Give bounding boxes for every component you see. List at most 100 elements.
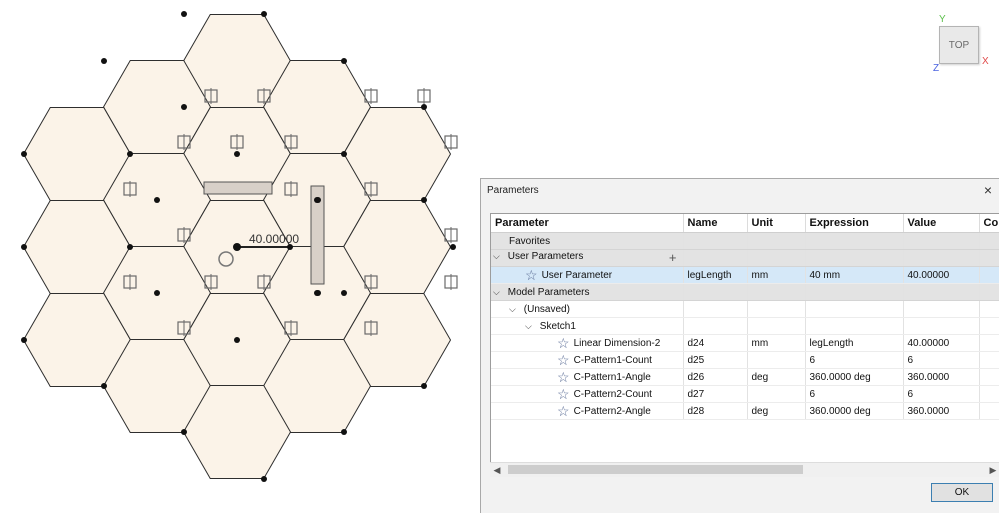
cell-name[interactable]: d28 xyxy=(683,402,748,420)
cell-value: 40.00000 xyxy=(903,334,980,352)
cell-expression[interactable]: 360.0000 deg xyxy=(805,368,904,386)
vertex-point[interactable] xyxy=(341,290,347,296)
vertex-point[interactable] xyxy=(421,383,427,389)
cell-expression[interactable]: 6 xyxy=(805,385,904,403)
cell-parameter: Linear Dimension-2 xyxy=(573,338,661,349)
star-icon[interactable]: ☆ xyxy=(557,353,570,367)
scroll-right-icon[interactable]: ▶ xyxy=(986,463,999,477)
cell-comment[interactable] xyxy=(979,266,999,284)
pattern-glyph-bar[interactable] xyxy=(203,181,273,195)
cell-parameter: User Parameter xyxy=(541,270,613,281)
cell-unit[interactable]: mm xyxy=(747,266,806,284)
cell-unit[interactable] xyxy=(747,385,806,403)
cell-value: 6 xyxy=(903,351,980,369)
cell-name[interactable]: d25 xyxy=(683,351,748,369)
cell-unit[interactable]: deg xyxy=(747,402,806,420)
cell-expression[interactable]: 360.0000 deg xyxy=(805,402,904,420)
sketch-point[interactable] xyxy=(315,290,321,296)
cell-name[interactable]: d24 xyxy=(683,334,748,352)
scroll-thumb[interactable] xyxy=(508,465,803,474)
vertex-point[interactable] xyxy=(101,58,107,64)
vertex-point[interactable] xyxy=(127,151,133,157)
star-icon[interactable]: ☆ xyxy=(557,370,570,384)
view-cube-top-face[interactable]: TOP xyxy=(939,26,979,64)
vertex-point[interactable] xyxy=(261,476,267,482)
vertex-point[interactable] xyxy=(421,197,427,203)
cell-unit[interactable]: deg xyxy=(747,368,806,386)
cell-expression[interactable]: 40 mm xyxy=(805,266,904,284)
col-header-name[interactable]: Name xyxy=(683,214,748,233)
vertex-point[interactable] xyxy=(181,11,187,17)
sketch-canvas[interactable]: 40.00000 xyxy=(0,0,480,513)
axis-z-label: Z xyxy=(933,63,940,74)
dimension-label[interactable]: 40.00000 xyxy=(249,232,299,246)
cell-name[interactable]: d26 xyxy=(683,368,748,386)
table-row[interactable]: ☆ C-Pattern1-Count d25 6 6 xyxy=(491,351,999,369)
chevron-down-icon[interactable]: ⌵ xyxy=(509,304,521,315)
table-row[interactable]: ☆ Linear Dimension-2 d24 mm legLength 40.… xyxy=(491,334,999,352)
cell-expression[interactable]: 6 xyxy=(805,351,904,369)
star-icon[interactable]: ☆ xyxy=(525,268,538,282)
chevron-down-icon[interactable]: ⌵ xyxy=(493,287,505,298)
vertex-point[interactable] xyxy=(450,244,456,250)
col-header-unit[interactable]: Unit xyxy=(747,214,806,233)
cell-name[interactable]: d27 xyxy=(683,385,748,403)
cell-unit[interactable] xyxy=(747,351,806,369)
vertex-point[interactable] xyxy=(341,58,347,64)
dimension-endpoint[interactable] xyxy=(233,243,241,251)
plus-icon[interactable]: + xyxy=(669,251,677,265)
vertex-point[interactable] xyxy=(21,337,27,343)
vertex-point[interactable] xyxy=(341,151,347,157)
tree-node-unsaved[interactable]: ⌵ (Unsaved) xyxy=(491,300,999,318)
star-icon[interactable]: ☆ xyxy=(557,404,570,418)
cell-value: 360.0000 xyxy=(903,368,980,386)
scroll-left-icon[interactable]: ◀ xyxy=(490,463,504,477)
star-icon[interactable]: ☆ xyxy=(557,387,570,401)
col-header-expression[interactable]: Expression xyxy=(805,214,904,233)
cell-value: 360.0000 xyxy=(903,402,980,420)
group-user-parameters[interactable]: ⌵ User Parameters + xyxy=(491,249,999,267)
vertex-point[interactable] xyxy=(421,104,427,110)
cell-comment[interactable] xyxy=(979,385,999,403)
close-icon[interactable]: × xyxy=(979,180,997,200)
table-row[interactable]: ☆ C-Pattern2-Angle d28 deg 360.0000 deg 3… xyxy=(491,402,999,420)
group-label: Model Parameters xyxy=(507,286,590,298)
chevron-down-icon[interactable]: ⌵ xyxy=(493,251,505,262)
group-model-parameters[interactable]: ⌵ Model Parameters xyxy=(491,283,999,301)
center-point[interactable] xyxy=(234,337,240,343)
cell-parameter: C-Pattern1-Angle xyxy=(573,372,651,383)
center-point[interactable] xyxy=(154,290,160,296)
table-row[interactable]: ☆ C-Pattern2-Count d27 6 6 xyxy=(491,385,999,403)
col-header-comment[interactable]: Co xyxy=(979,214,999,233)
cell-name[interactable]: legLength xyxy=(683,266,748,284)
vertex-point[interactable] xyxy=(181,429,187,435)
vertex-point[interactable] xyxy=(341,429,347,435)
table-row[interactable]: ☆ User Parameter legLength mm 40 mm 40.00… xyxy=(491,266,999,284)
vertex-point[interactable] xyxy=(21,244,27,250)
horizontal-scrollbar[interactable]: ◀ ▶ xyxy=(490,462,999,477)
cell-comment[interactable] xyxy=(979,402,999,420)
center-point[interactable] xyxy=(234,151,240,157)
center-point[interactable] xyxy=(154,197,160,203)
group-favorites[interactable]: Favorites xyxy=(491,232,999,250)
cell-value: 6 xyxy=(903,385,980,403)
cell-comment[interactable] xyxy=(979,334,999,352)
vertex-point[interactable] xyxy=(101,383,107,389)
vertex-point[interactable] xyxy=(127,244,133,250)
col-header-value[interactable]: Value xyxy=(903,214,980,233)
tree-node-sketch[interactable]: ⌵ Sketch1 xyxy=(491,317,999,335)
cell-expression[interactable]: legLength xyxy=(805,334,904,352)
vertex-point[interactable] xyxy=(21,151,27,157)
cell-comment[interactable] xyxy=(979,351,999,369)
cell-unit[interactable]: mm xyxy=(747,334,806,352)
star-icon[interactable]: ☆ xyxy=(557,336,570,350)
cell-comment[interactable] xyxy=(979,368,999,386)
sketch-point[interactable] xyxy=(315,197,321,203)
vertex-point[interactable] xyxy=(181,104,187,110)
view-cube[interactable]: Y TOP X Z xyxy=(928,14,999,76)
col-header-parameter[interactable]: Parameter xyxy=(491,214,684,233)
chevron-down-icon[interactable]: ⌵ xyxy=(525,321,537,332)
ok-button[interactable]: OK xyxy=(931,483,993,502)
table-row[interactable]: ☆ C-Pattern1-Angle d26 deg 360.0000 deg 3… xyxy=(491,368,999,386)
vertex-point[interactable] xyxy=(261,11,267,17)
